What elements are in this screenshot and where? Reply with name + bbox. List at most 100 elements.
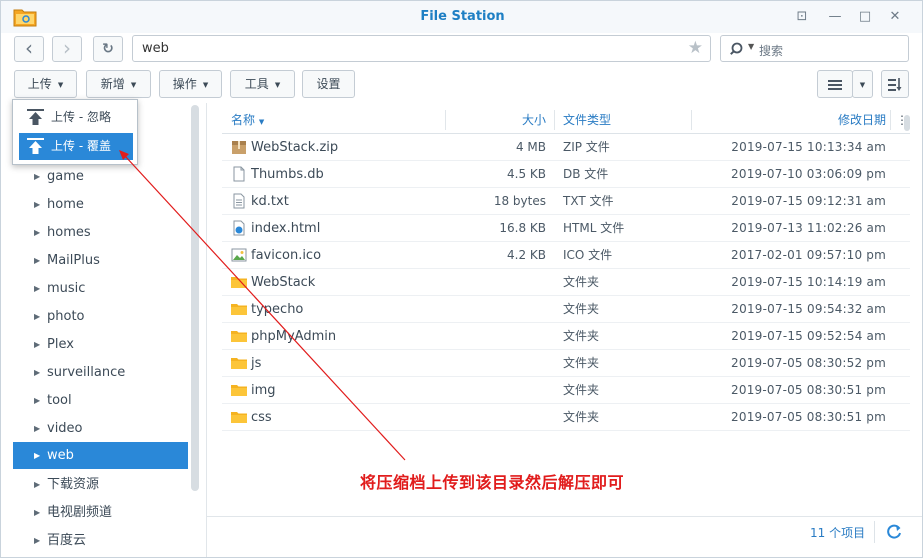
sort-desc-icon: ▼: [258, 118, 265, 126]
list-scrollbar[interactable]: [904, 115, 910, 131]
search-options-caret-icon[interactable]: ▼: [748, 42, 754, 51]
table-row[interactable]: WebStack 文件夹 2019-07-15 10:14:19 am: [222, 269, 910, 296]
search-icon[interactable]: [730, 41, 746, 57]
file-list-header: 名称 ▼ 大小 文件类型 修改日期 ⋮: [222, 106, 910, 134]
column-separator[interactable]: [554, 110, 555, 130]
create-button[interactable]: 新增 ▼: [86, 70, 151, 98]
table-row[interactable]: Thumbs.db 4.5 KB DB 文件 2019-07-10 03:06:…: [222, 161, 910, 188]
settings-button[interactable]: 设置: [302, 70, 355, 98]
tree-item[interactable]: ▶ 下载资源: [13, 471, 188, 498]
column-header-size[interactable]: 大小: [522, 106, 546, 134]
tree-item[interactable]: ▶ tool: [13, 387, 188, 414]
folder-icon: [231, 304, 247, 315]
maximize-button[interactable]: □: [856, 8, 874, 26]
tree-item[interactable]: ▶ photo: [13, 303, 188, 330]
file-station-window: File Station ⊡ — □ ✕ ‹ › ↻ web ★ ▼ 搜索 上传…: [0, 0, 923, 558]
menu-item-upload-skip[interactable]: 上传 - 忽略: [19, 104, 133, 131]
table-row[interactable]: index.html 16.8 KB HTML 文件 2019-07-13 11…: [222, 215, 910, 242]
sort-icon: [888, 77, 902, 91]
upload-button[interactable]: 上传 ▼: [14, 70, 77, 98]
expand-arrow-icon[interactable]: ▶: [34, 499, 40, 526]
file-icon: [233, 166, 245, 182]
menu-item-upload-overwrite[interactable]: 上传 - 覆盖: [19, 133, 133, 160]
table-row[interactable]: WebStack.zip 4 MB ZIP 文件 2019-07-15 10:1…: [222, 134, 910, 161]
tree-item[interactable]: ▶ home: [13, 191, 188, 218]
column-separator[interactable]: [890, 110, 891, 130]
view-mode-caret-button[interactable]: ▼: [852, 70, 873, 98]
tree-item[interactable]: ▶ 电视剧频道: [13, 499, 188, 526]
table-row[interactable]: favicon.ico 4.2 KB ICO 文件 2017-02-01 09:…: [222, 242, 910, 269]
expand-arrow-icon[interactable]: ▶: [34, 359, 40, 386]
tools-button[interactable]: 工具 ▼: [230, 70, 295, 98]
image-file-icon: [231, 248, 247, 262]
pin-button[interactable]: ⊡: [793, 8, 811, 26]
action-button[interactable]: 操作 ▼: [159, 70, 222, 98]
table-row[interactable]: kd.txt 18 bytes TXT 文件 2019-07-15 09:12:…: [222, 188, 910, 215]
expand-arrow-icon[interactable]: ▶: [34, 442, 40, 469]
title-bar: File Station ⊡ — □ ✕: [1, 1, 922, 33]
forward-button[interactable]: ›: [52, 36, 82, 62]
expand-arrow-icon[interactable]: ▶: [34, 331, 40, 358]
action-button-label: 操作: [172, 77, 197, 91]
column-header-name[interactable]: 名称 ▼: [231, 106, 264, 134]
tree-item[interactable]: ▶ surveillance: [13, 359, 188, 386]
folder-icon: [231, 385, 247, 396]
footer-divider: [207, 516, 922, 517]
tree-item[interactable]: ▶ Plex: [13, 331, 188, 358]
expand-arrow-icon[interactable]: ▶: [34, 303, 40, 330]
column-separator[interactable]: [691, 110, 692, 130]
expand-arrow-icon[interactable]: ▶: [34, 275, 40, 302]
file-list: 名称 ▼ 大小 文件类型 修改日期 ⋮ WebStack.zip 4 MB ZI…: [222, 106, 910, 431]
caret-down-icon: ▼: [202, 80, 209, 89]
table-row[interactable]: js 文件夹 2019-07-05 08:30:52 pm: [222, 350, 910, 377]
view-mode-button[interactable]: [817, 70, 853, 98]
tree-item[interactable]: ▶ game: [13, 163, 188, 190]
expand-arrow-icon[interactable]: ▶: [34, 247, 40, 274]
expand-arrow-icon[interactable]: ▶: [34, 191, 40, 218]
tree-item[interactable]: ▶ homes: [13, 219, 188, 246]
table-row[interactable]: img 文件夹 2019-07-05 08:30:51 pm: [222, 377, 910, 404]
expand-arrow-icon[interactable]: ▶: [34, 471, 40, 498]
folder-icon: [231, 412, 247, 423]
sort-button[interactable]: [881, 70, 909, 98]
minimize-button[interactable]: —: [826, 8, 844, 26]
expand-arrow-icon[interactable]: ▶: [34, 527, 40, 554]
tree-item[interactable]: ▶ music: [13, 275, 188, 302]
back-button[interactable]: ‹: [14, 36, 44, 62]
search-input[interactable]: ▼ 搜索: [720, 35, 909, 62]
expand-arrow-icon[interactable]: ▶: [34, 387, 40, 414]
text-file-icon: [233, 193, 245, 209]
table-row[interactable]: phpMyAdmin 文件夹 2019-07-15 09:52:54 am: [222, 323, 910, 350]
folder-tree: ▶ game ▶ home ▶ homes ▶ MailPlus ▶ music ▶ pho…: [1, 103, 206, 557]
settings-button-label: 设置: [316, 77, 341, 91]
expand-arrow-icon[interactable]: ▶: [34, 163, 40, 190]
item-count: 11 个项目: [810, 526, 866, 540]
table-row[interactable]: css 文件夹 2019-07-05 08:30:51 pm: [222, 404, 910, 431]
refresh-button[interactable]: ↻: [93, 36, 123, 62]
column-separator[interactable]: [445, 110, 446, 130]
expand-arrow-icon[interactable]: ▶: [34, 219, 40, 246]
close-button[interactable]: ✕: [886, 8, 904, 26]
pane-divider[interactable]: [206, 103, 207, 557]
caret-down-icon: ▼: [859, 80, 866, 89]
html-file-icon: [233, 220, 245, 236]
zip-file-icon: [232, 141, 246, 154]
column-header-type[interactable]: 文件类型: [563, 106, 611, 134]
favorite-star-icon[interactable]: ★: [688, 38, 703, 58]
tree-item[interactable]: ▶ 百度云: [13, 527, 188, 554]
tree-scrollbar[interactable]: [191, 105, 199, 491]
upload-arrow-icon: [27, 109, 44, 125]
tree-item-web-selected[interactable]: ▶ web: [13, 442, 188, 469]
expand-arrow-icon[interactable]: ▶: [34, 415, 40, 442]
caret-down-icon: ▼: [57, 80, 64, 89]
window-title: File Station: [420, 9, 505, 24]
tree-item[interactable]: ▶ video: [13, 415, 188, 442]
search-placeholder: 搜索: [759, 44, 784, 58]
path-bar[interactable]: web ★: [132, 35, 711, 62]
tree-item[interactable]: ▶ MailPlus: [13, 247, 188, 274]
upload-dropdown-menu: 上传 - 忽略 上传 - 覆盖: [12, 99, 138, 165]
refresh-icon[interactable]: [885, 523, 903, 541]
table-row[interactable]: typecho 文件夹 2019-07-15 09:54:32 am: [222, 296, 910, 323]
column-header-modified[interactable]: 修改日期: [838, 106, 886, 134]
caret-down-icon: ▼: [130, 80, 137, 89]
